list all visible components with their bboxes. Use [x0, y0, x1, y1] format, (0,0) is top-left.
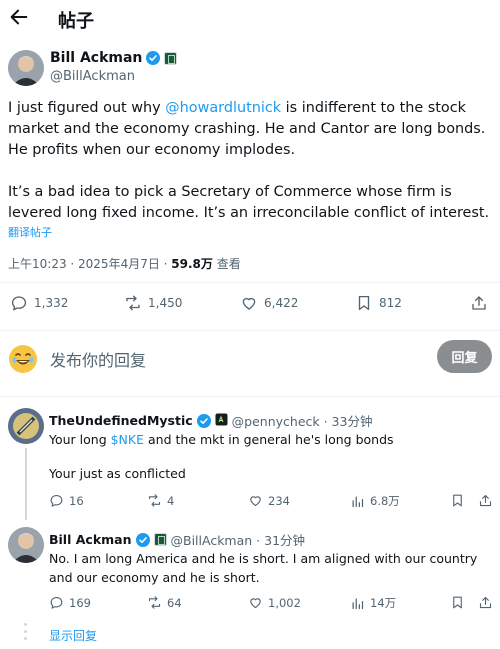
- reply-author-name[interactable]: TheUndefinedMystic: [49, 413, 193, 428]
- tweet-text-part: I just figured out why: [8, 100, 166, 116]
- views-count: 6.8万: [370, 494, 400, 508]
- bookmark-icon: [358, 295, 370, 311]
- share-icon: [479, 596, 492, 609]
- page-title: 帖子: [58, 11, 94, 32]
- reply-submit-button[interactable]: 回复: [437, 340, 492, 373]
- divider: [0, 282, 500, 283]
- show-replies-link[interactable]: 显示回复: [49, 627, 97, 644]
- thread-dot: [24, 637, 27, 640]
- views-count: 59.8万: [171, 257, 213, 271]
- reply-text: No. I am long America and he is short. I…: [49, 551, 478, 585]
- affiliate-badge-icon: [153, 533, 167, 546]
- bookmark-icon: [453, 494, 462, 507]
- reply-button[interactable]: 169: [49, 595, 91, 610]
- like-count: 1,002: [268, 595, 301, 610]
- back-arrow-icon[interactable]: [8, 6, 30, 28]
- affiliate-badge-icon: [215, 413, 228, 429]
- verified-badge-icon: [135, 532, 150, 547]
- thread-dot: [24, 630, 27, 633]
- reply-text: Your long $NKE and the mkt in general he…: [49, 430, 494, 449]
- reply-author-handle[interactable]: @BillAckman · 31分钟: [171, 530, 306, 549]
- bookmark-button[interactable]: [450, 595, 465, 614]
- reply-header: Bill Ackman @BillAckman · 31分钟: [49, 530, 305, 549]
- reply-icon: [50, 494, 63, 507]
- verified-badge-icon: [146, 51, 161, 65]
- bookmark-icon: [453, 596, 462, 609]
- verified-badge-icon: [196, 413, 211, 428]
- reply-icon: [11, 296, 27, 311]
- like-icon: [242, 297, 256, 310]
- translate-link[interactable]: 翻译帖子: [8, 224, 52, 240]
- avatar[interactable]: [8, 408, 44, 444]
- divider: [0, 330, 500, 331]
- bookmark-count: 812: [379, 296, 402, 310]
- mention-link[interactable]: @howardlutnick: [165, 100, 281, 116]
- divider: [0, 396, 500, 397]
- avatar[interactable]: [8, 50, 44, 86]
- emoji-icon[interactable]: [8, 344, 38, 374]
- tweet-text: I just figured out why @howardlutnick is…: [8, 98, 492, 161]
- repost-count: 4: [167, 493, 175, 508]
- reply-icon: [50, 596, 63, 609]
- reply-text-line-2: Your just as conflicted: [49, 466, 186, 481]
- like-count: 234: [268, 493, 290, 508]
- repost-count: 64: [167, 595, 182, 610]
- tweet-text-paragraph-2: It’s a bad idea to pick a Secretary of C…: [8, 184, 490, 221]
- bookmark-button[interactable]: [450, 493, 465, 512]
- reply-count: 16: [69, 493, 84, 508]
- reply-button[interactable]: 16: [49, 493, 84, 508]
- reply-header: TheUndefinedMystic @pennycheck · 33分钟: [49, 411, 372, 430]
- views-button[interactable]: 14万: [350, 595, 396, 611]
- like-icon: [250, 496, 261, 507]
- like-count: 6,422: [264, 296, 299, 310]
- reply-author-name[interactable]: Bill Ackman: [49, 532, 132, 547]
- reply-author-handle[interactable]: @pennycheck · 33分钟: [232, 411, 373, 430]
- like-button[interactable]: 1,002: [248, 595, 301, 610]
- share-icon: [472, 296, 486, 310]
- avatar[interactable]: [8, 527, 44, 563]
- views-icon: [352, 496, 364, 507]
- author-name[interactable]: Bill Ackman: [50, 50, 178, 66]
- bookmark-button[interactable]: 812: [355, 294, 402, 312]
- like-button[interactable]: 234: [248, 493, 290, 508]
- reply-count: 1,332: [34, 296, 69, 310]
- repost-button[interactable]: 64: [147, 595, 182, 610]
- author-name-label: Bill Ackman: [50, 50, 143, 66]
- reply-count: 169: [69, 595, 91, 610]
- repost-icon: [148, 596, 161, 609]
- thread-dot: [24, 623, 27, 626]
- reply-text-part: Your long: [49, 432, 111, 447]
- views-label: 查看: [212, 257, 241, 271]
- repost-icon: [126, 295, 140, 311]
- like-icon: [250, 598, 261, 609]
- reply-input[interactable]: 发布你的回复: [50, 347, 146, 371]
- reply-button[interactable]: 1,332: [10, 294, 68, 312]
- repost-icon: [148, 494, 161, 507]
- cashtag-link[interactable]: $NKE: [111, 432, 144, 447]
- top-bar: 帖子: [0, 0, 500, 36]
- views-count: 14万: [370, 596, 397, 610]
- views-icon: [352, 598, 364, 609]
- share-button[interactable]: [478, 493, 493, 512]
- timestamp[interactable]: 上午10:23 · 2025年4月7日 ·: [8, 257, 171, 271]
- affiliate-badge-icon: [164, 51, 178, 65]
- reply-actions: 169 64 1,002 14万: [0, 595, 500, 613]
- share-button[interactable]: [470, 294, 488, 312]
- views-button[interactable]: 6.8万: [350, 493, 400, 509]
- like-button[interactable]: 6,422: [240, 294, 298, 312]
- tweet-actions: 1,332 1,450 6,422 812: [0, 294, 500, 318]
- share-icon: [479, 494, 492, 507]
- tweet-meta: 上午10:23 · 2025年4月7日 · 59.8万 查看: [8, 255, 241, 272]
- repost-button[interactable]: 1,450: [124, 294, 182, 312]
- repost-count: 1,450: [148, 296, 183, 310]
- reply-actions: 16 4 234 6.8万: [0, 493, 500, 511]
- reply-text-part: and the mkt in general he's long bonds: [144, 432, 394, 447]
- author-handle[interactable]: @BillAckman: [50, 69, 135, 84]
- repost-button[interactable]: 4: [147, 493, 174, 508]
- share-button[interactable]: [478, 595, 493, 614]
